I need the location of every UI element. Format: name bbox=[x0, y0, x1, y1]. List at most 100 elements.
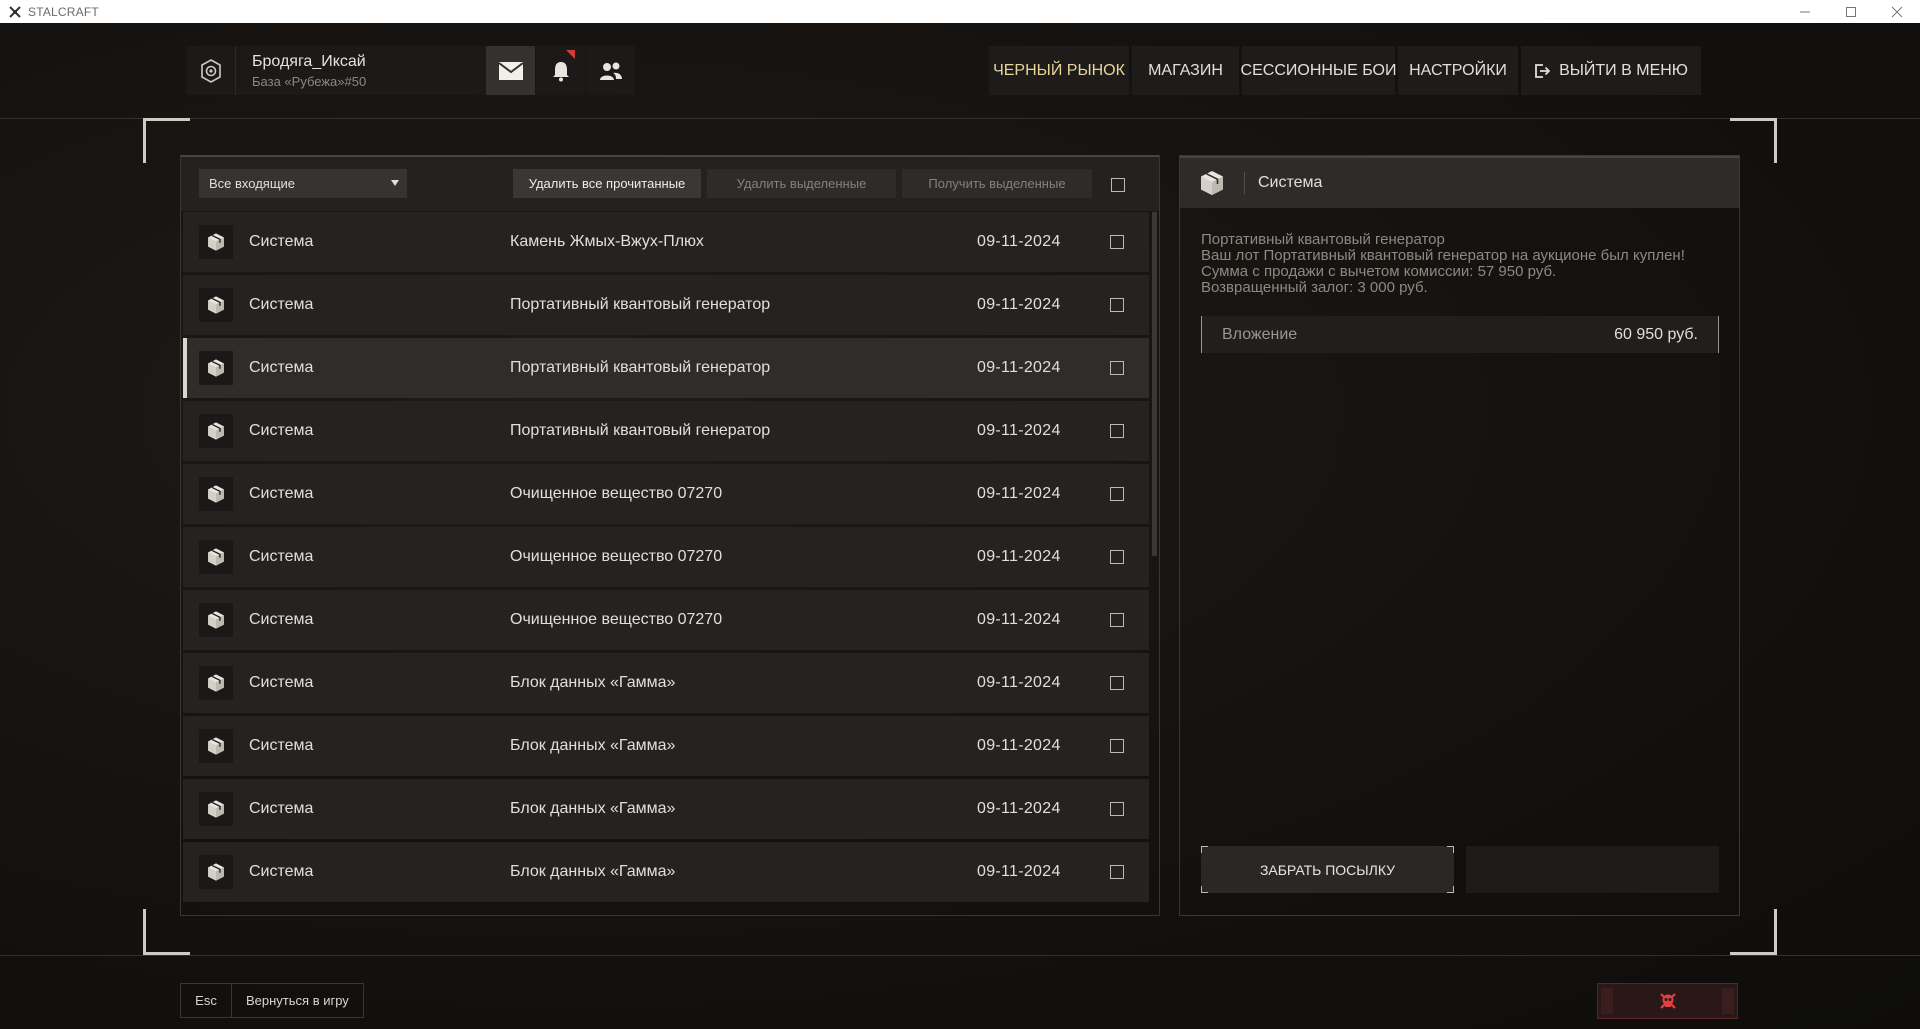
mail-filter-select[interactable]: Все входящие bbox=[199, 169, 407, 198]
mail-sender: Система bbox=[249, 422, 314, 439]
friends-icon bbox=[599, 62, 622, 80]
button-bracket bbox=[1201, 846, 1208, 853]
mail-subject: Блок данных «Гамма» bbox=[510, 737, 676, 754]
suicide-button[interactable] bbox=[1597, 983, 1738, 1019]
package-icon bbox=[199, 603, 233, 637]
header-divider bbox=[0, 118, 1920, 119]
mail-subject: Блок данных «Гамма» bbox=[510, 674, 676, 691]
mail-row[interactable]: Система Очищенное вещество 07270 09-11-202… bbox=[183, 464, 1149, 524]
close-button[interactable] bbox=[1874, 0, 1920, 23]
mail-row-checkbox[interactable] bbox=[1110, 802, 1124, 816]
nav-black-market[interactable]: ЧЕРНЫЙ РЫНОК bbox=[989, 46, 1129, 95]
mail-date: 09-11-2024 bbox=[977, 233, 1061, 250]
take-parcel-label: ЗАБРАТЬ ПОСЫЛКУ bbox=[1259, 861, 1396, 878]
mail-detail-panel: Система Портативный квантовый генератор … bbox=[1179, 155, 1740, 916]
notification-indicator bbox=[566, 50, 575, 59]
mail-date: 09-11-2024 bbox=[977, 800, 1061, 817]
mail-list: Система Камень Жмых-Вжух-Плюх 09-11-2024 Си… bbox=[183, 212, 1149, 905]
mail-row[interactable]: Система Очищенное вещество 07270 09-11-202… bbox=[183, 527, 1149, 587]
package-icon bbox=[199, 855, 233, 889]
mail-subject: Портативный квантовый генератор bbox=[510, 359, 771, 376]
mail-filter-value: Все входящие bbox=[209, 176, 296, 191]
mail-row[interactable]: Система Портативный квантовый генератор 09… bbox=[183, 275, 1149, 335]
nav-session-battles[interactable]: СЕССИОННЫЕ БОИ bbox=[1241, 46, 1396, 95]
package-icon bbox=[199, 792, 233, 826]
faction-emblem-icon bbox=[200, 58, 221, 83]
notifications-button[interactable] bbox=[536, 46, 585, 95]
mail-row-checkbox[interactable] bbox=[1110, 235, 1124, 249]
app-logo-icon bbox=[9, 5, 21, 18]
package-icon bbox=[1195, 166, 1229, 200]
package-icon bbox=[199, 414, 233, 448]
caret-down-icon bbox=[391, 180, 399, 186]
mail-row[interactable]: Система Блок данных «Гамма» 09-11-2024 bbox=[183, 653, 1149, 713]
close-icon bbox=[1891, 6, 1903, 17]
mail-date: 09-11-2024 bbox=[977, 296, 1061, 313]
mail-list-panel: Все входящие Удалить все прочитанные Уда… bbox=[180, 155, 1160, 916]
button-bracket bbox=[1447, 846, 1454, 853]
selection-indicator bbox=[183, 338, 187, 398]
mail-list-scrollbar[interactable] bbox=[1152, 212, 1157, 556]
mail-date: 09-11-2024 bbox=[977, 359, 1061, 376]
package-icon bbox=[199, 351, 233, 385]
mail-row-checkbox[interactable] bbox=[1110, 613, 1124, 627]
skull-icon bbox=[1659, 993, 1676, 1009]
mail-row[interactable]: Система Блок данных «Гамма» 09-11-2024 bbox=[183, 842, 1149, 902]
nav-settings[interactable]: НАСТРОЙКИ bbox=[1398, 46, 1518, 95]
maximize-icon bbox=[1846, 6, 1856, 17]
package-icon bbox=[199, 540, 233, 574]
select-all-checkbox[interactable] bbox=[1111, 178, 1125, 192]
header-separator bbox=[1244, 172, 1245, 194]
mail-toolbar: Все входящие Удалить все прочитанные Уда… bbox=[181, 155, 1159, 211]
mail-date: 09-11-2024 bbox=[977, 674, 1061, 691]
mail-sender: Система bbox=[249, 233, 314, 250]
mail-subject: Очищенное вещество 07270 bbox=[510, 611, 723, 628]
package-icon bbox=[199, 288, 233, 322]
delete-selected-button[interactable]: Удалить выделенные bbox=[707, 169, 896, 198]
mail-row-checkbox[interactable] bbox=[1110, 676, 1124, 690]
attachment-row: Вложение 60 950 руб. bbox=[1201, 316, 1719, 353]
button-cap bbox=[1722, 988, 1734, 1014]
mail-subject: Блок данных «Гамма» bbox=[510, 800, 676, 817]
mail-row[interactable]: Система Портативный квантовый генератор 09… bbox=[183, 338, 1149, 398]
detail-body: Портативный квантовый генератор Ваш лот … bbox=[1201, 232, 1685, 296]
delete-read-button[interactable]: Удалить все прочитанные bbox=[513, 169, 701, 198]
mail-row-checkbox[interactable] bbox=[1110, 298, 1124, 312]
friends-button[interactable] bbox=[586, 46, 635, 95]
footer-divider bbox=[0, 955, 1920, 956]
mail-row-checkbox[interactable] bbox=[1110, 865, 1124, 879]
package-icon bbox=[199, 666, 233, 700]
minimize-button[interactable] bbox=[1782, 0, 1828, 23]
mail-row[interactable]: Система Очищенное вещество 07270 09-11-202… bbox=[183, 590, 1149, 650]
nav-shop[interactable]: МАГАЗИН bbox=[1132, 46, 1239, 95]
mail-subject: Портативный квантовый генератор bbox=[510, 422, 771, 439]
mail-row[interactable]: Система Блок данных «Гамма» 09-11-2024 bbox=[183, 779, 1149, 839]
player-base: База «Рубежа»#50 bbox=[252, 73, 367, 89]
mail-row[interactable]: Система Портативный квантовый генератор 09… bbox=[183, 401, 1149, 461]
mail-row[interactable]: Система Камень Жмых-Вжух-Плюх 09-11-2024 bbox=[183, 212, 1149, 272]
mail-row-checkbox[interactable] bbox=[1110, 739, 1124, 753]
get-selected-button[interactable]: Получить выделенные bbox=[902, 169, 1092, 198]
attachment-value: 60 950 руб. bbox=[1614, 325, 1698, 343]
take-parcel-button[interactable]: ЗАБРАТЬ ПОСЫЛКУ bbox=[1201, 846, 1454, 893]
player-profile[interactable]: Бродяга_Иксай База «Рубежа»#50 bbox=[186, 46, 486, 95]
esc-key-hint: Esc bbox=[181, 984, 232, 1017]
mail-date: 09-11-2024 bbox=[977, 737, 1061, 754]
maximize-button[interactable] bbox=[1828, 0, 1874, 23]
mail-row-checkbox[interactable] bbox=[1110, 487, 1124, 501]
detail-line: Сумма с продажи с вычетом комиссии: 57 9… bbox=[1201, 263, 1557, 280]
mail-sender: Система bbox=[249, 674, 314, 691]
nav-exit-menu[interactable]: ВЫЙТИ В МЕНЮ bbox=[1521, 46, 1701, 95]
mail-sender: Система bbox=[249, 485, 314, 502]
secondary-action-slot bbox=[1466, 846, 1719, 893]
mail-row-checkbox[interactable] bbox=[1110, 424, 1124, 438]
back-to-game-button[interactable]: Esc Вернуться в игру bbox=[180, 983, 364, 1018]
mail-row-checkbox[interactable] bbox=[1110, 361, 1124, 375]
bell-icon bbox=[552, 61, 569, 81]
nav-exit-menu-label: ВЫЙТИ В МЕНЮ bbox=[1559, 61, 1688, 79]
detail-line: Ваш лот Портативный квантовый генератор … bbox=[1201, 247, 1685, 264]
window-titlebar: STALCRAFT bbox=[0, 0, 1920, 23]
mail-button[interactable] bbox=[486, 46, 535, 95]
mail-row-checkbox[interactable] bbox=[1110, 550, 1124, 564]
mail-row[interactable]: Система Блок данных «Гамма» 09-11-2024 bbox=[183, 716, 1149, 776]
